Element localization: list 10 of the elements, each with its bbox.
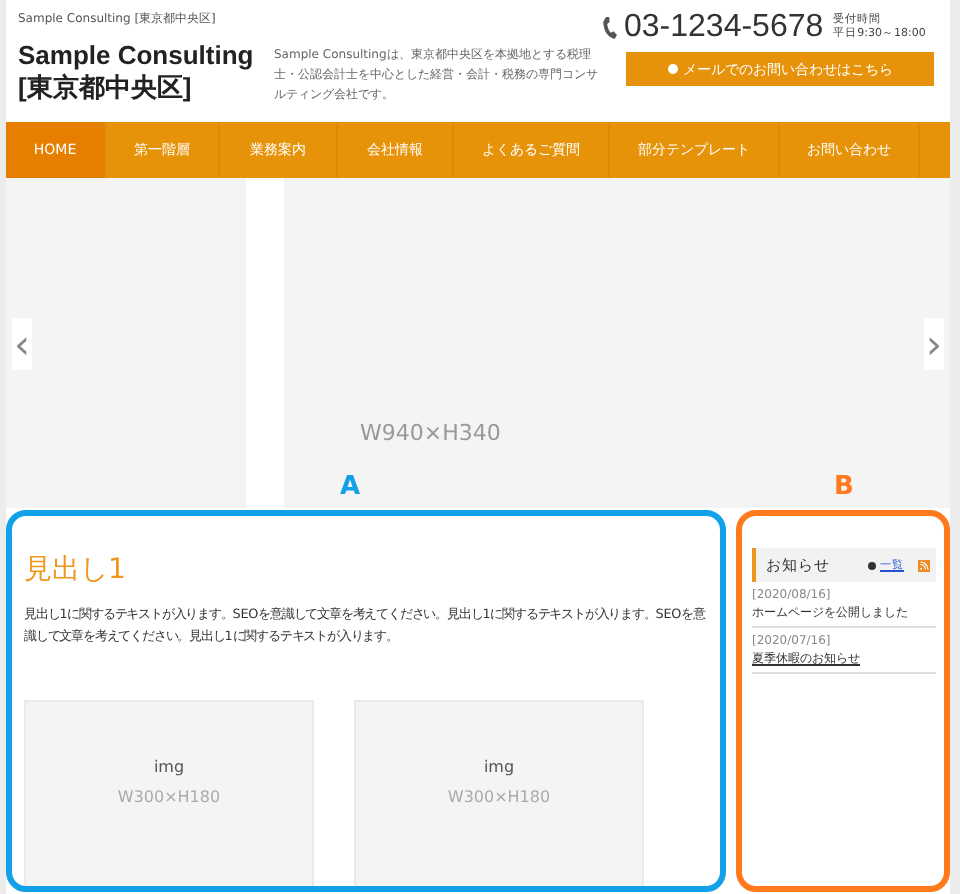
placeholder-size: W300×H180 [117, 788, 221, 806]
section-heading: 見出し1 [24, 552, 128, 588]
placeholder-label: img [483, 758, 515, 776]
site-title[interactable]: Sample Consulting [東京都中央区] [18, 40, 268, 104]
region-label: A [340, 472, 361, 502]
region-label: B [834, 472, 854, 502]
slide-size-label: W940×H340 [360, 420, 501, 446]
placeholder-label: img [153, 758, 185, 776]
placeholder-size: W300×H180 [447, 788, 551, 806]
phone-number: 03-1234-5678 [624, 10, 824, 46]
